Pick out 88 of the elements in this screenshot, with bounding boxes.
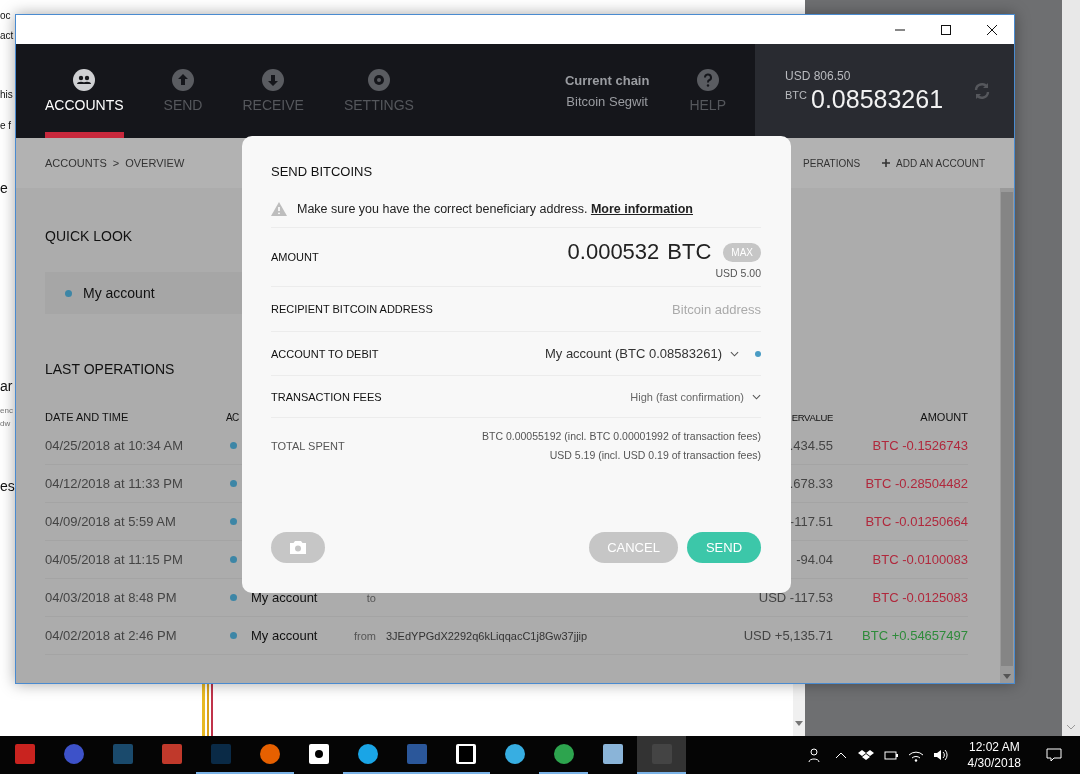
section-title: LAST OPERATIONS [45,360,175,379]
scroll-down-icon[interactable] [795,721,803,726]
table-cell: BTC -0.28504482 [865,476,968,491]
field-label: TOTAL SPENT [271,439,345,452]
chain-name: Bitcoin Segwit [566,94,648,109]
account-dot [230,480,237,487]
notification-icon[interactable] [1046,747,1062,763]
maximize-icon[interactable] [940,23,952,36]
scrollbar[interactable] [793,684,805,736]
plus-icon [882,159,891,167]
account-dot [230,594,237,601]
text-fragment: oc [0,10,11,21]
add-account-button[interactable]: ADD AN ACCOUNT [882,157,985,169]
account-dot [230,518,237,525]
account-dot [230,556,237,563]
table-cell: USD +5,135.71 [743,628,833,643]
section-title: QUICK LOOK [45,227,133,246]
column-header: ERVALUE [791,411,833,423]
account-dot [230,632,237,639]
table-cell: My account [251,628,318,643]
close-icon[interactable] [986,23,998,36]
operation-row[interactable]: 04/02/2018 at 2:46 PM My account from 3JEdYPGdX2292q6kLiqqacC1j8Gw37jjip USD +5,135.71 BTC +0.54657497 [45,617,968,655]
table-cell: -94.04 [796,552,833,567]
amount-unit: BTC [667,239,712,265]
currency-label: BTC [785,87,807,101]
operations-link[interactable]: PERATIONS [803,157,861,169]
dialog-title: SEND BITCOINS [271,164,374,179]
table-cell: 3JEdYPGdX2292q6kLiqqacC1j8Gw37jjip [386,629,588,642]
account-dot [230,442,237,449]
table-cell-text: 04/09/2018 at 5:59 AM [45,514,177,529]
help-icon [696,69,719,91]
text-fragment: enc [0,406,13,415]
breadcrumb-link[interactable]: ACCOUNTS [45,157,107,169]
warning-icon [271,202,287,216]
amount-usd: USD 5.00 [715,267,761,279]
more-information-link[interactable]: More information [590,202,693,216]
account-select[interactable]: My account (BTC 0.08583261) [544,346,739,361]
table-cell: .434.55 [789,438,833,453]
box-icon[interactable] [857,747,874,763]
text-fragment: e f [0,120,12,131]
text-fragment: act [0,30,14,41]
table-cell: -117.51 [789,514,833,529]
breadcrumb-current: OVERVIEW [125,157,185,169]
warning-text: Make sure you have the correct beneficiary address. More information [297,202,693,216]
download-icon [262,69,285,91]
amount-value[interactable]: 0.000532 [567,239,660,265]
table-cell: BTC -0.0100083 [872,552,968,567]
clock-date[interactable]: 4/30/2018 [967,755,1021,771]
field-label: TRANSACTION FEES [271,390,382,403]
text-fragment: dw [0,419,11,428]
table-cell: BTC +0.54657497 [862,628,968,643]
table-cell: BTC -0.1526743 [872,438,968,453]
text-fragment: e [0,180,8,196]
field-label: AMOUNT [271,251,319,263]
address-field[interactable]: Bitcoin address [541,301,761,317]
chain-label: Current chain [564,73,650,88]
volume-icon[interactable] [932,747,949,763]
table-cell-text: 04/25/2018 at 10:34 AM [45,438,185,453]
text-fragment: es [0,478,15,494]
table-cell-text: 04/03/2018 at 8:48 PM [45,590,178,605]
scroll-down-icon[interactable] [1003,674,1011,679]
table-cell: .678.33 [789,476,833,491]
field-label: ACCOUNT TO DEBIT [271,347,379,360]
table-cell: My account [251,590,318,605]
scrollbar[interactable] [1000,188,1014,683]
clock-time[interactable]: 12:02 AM [968,739,1020,755]
column-header: AMOUNT [920,411,968,423]
table-cell: to [366,591,376,604]
camera-icon [290,541,306,554]
column-header: AC [226,411,240,423]
table-cell-text: 04/02/2018 at 2:46 PM [45,628,178,643]
balance-btc: 0.08583261 [811,84,944,114]
table-cell: from [354,629,376,642]
total-line: USD 5.19 (incl. USD 0.19 of transaction fees) [549,449,761,461]
table-cell-text: 04/05/2018 at 11:15 PM [45,552,184,567]
breadcrumb-separator: > [112,157,120,169]
table-cell: BTC -0.01250664 [865,514,968,529]
text-fragment: his [0,89,13,100]
total-line: BTC 0.00055192 (incl. BTC 0.00001992 of transaction fees) [482,430,761,442]
balance-usd: USD 806.50 [785,68,852,83]
table-cell: USD -117.53 [758,590,833,605]
table-cell: BTC -0.0125083 [872,590,968,605]
table-cell-text: 04/12/2018 at 11:33 PM [45,476,184,491]
fees-select[interactable]: High (fast confirmation) [630,390,761,403]
text-fragment: ar [0,378,13,394]
upload-icon [172,69,194,91]
chevron-down-icon [730,350,739,357]
chevron-down-icon [752,393,761,400]
